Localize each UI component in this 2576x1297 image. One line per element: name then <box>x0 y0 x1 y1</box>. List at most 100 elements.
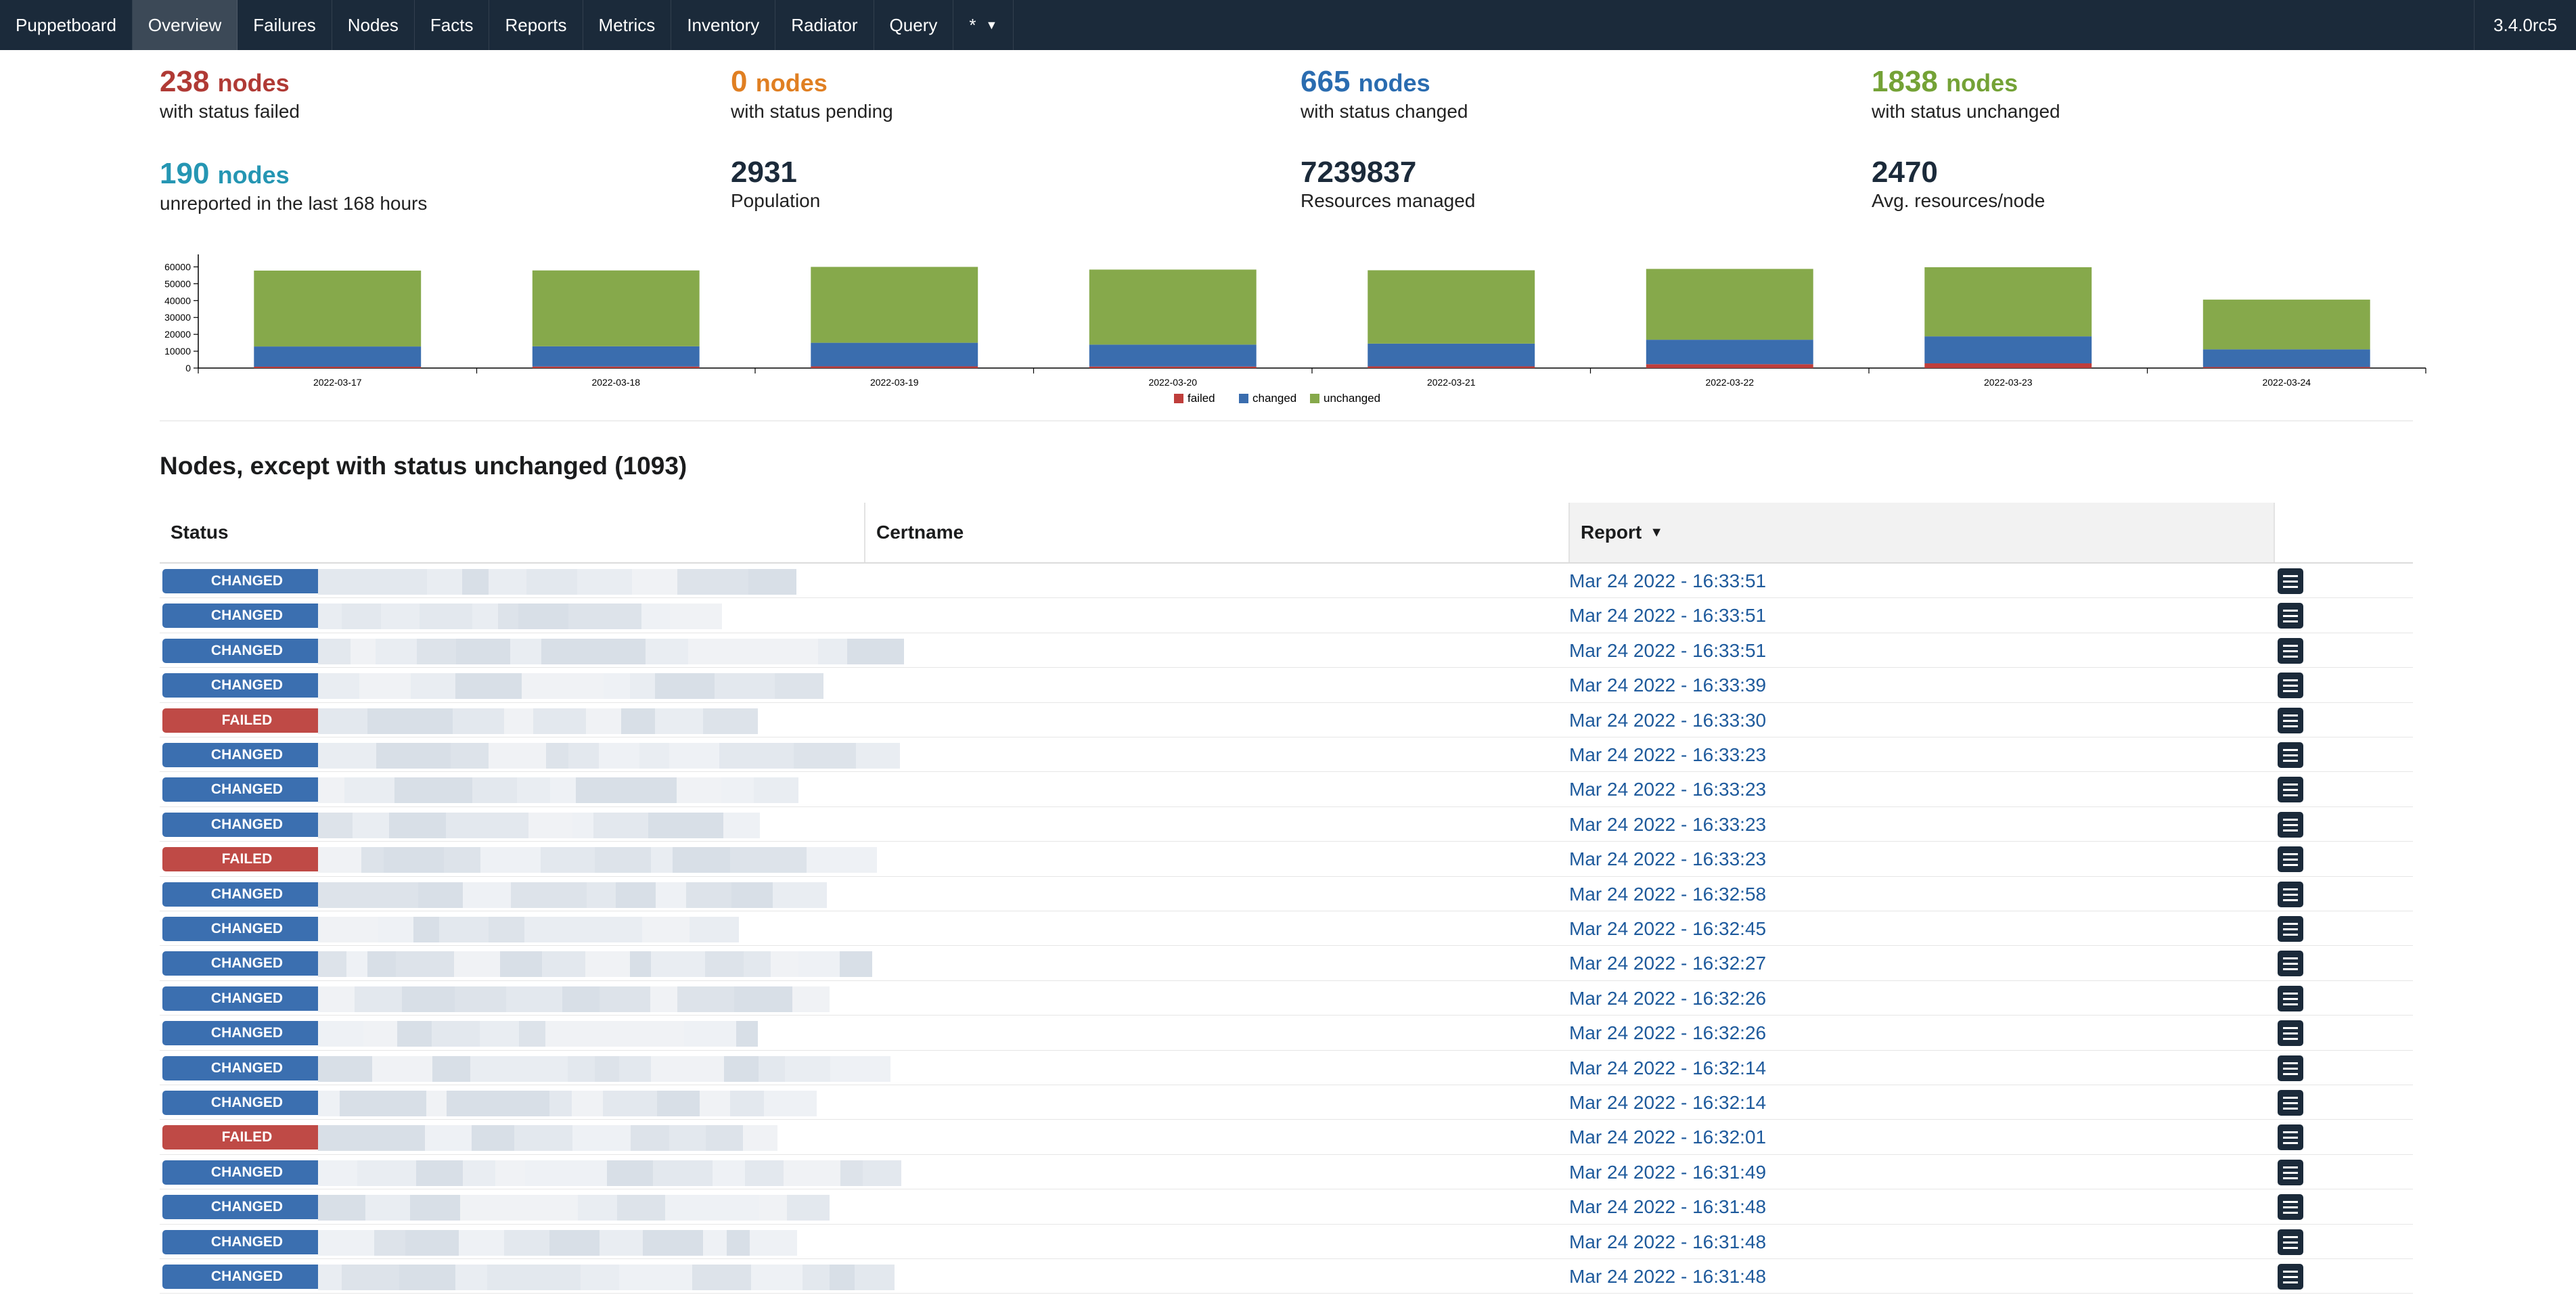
nav-failures[interactable]: Failures <box>238 0 332 50</box>
status-label-changed[interactable]: CHANGED <box>162 812 332 837</box>
report-link[interactable]: Mar 24 2022 - 16:33:23 <box>1569 813 1766 837</box>
report-link[interactable]: Mar 24 2022 - 16:31:48 <box>1569 1195 1766 1219</box>
nav-overview[interactable]: Overview <box>132 0 238 50</box>
report-link[interactable]: Mar 24 2022 - 16:33:23 <box>1569 847 1766 871</box>
report-list-icon[interactable] <box>2278 985 2303 1011</box>
report-link[interactable]: Mar 24 2022 - 16:32:14 <box>1569 1091 1766 1115</box>
nav-reports[interactable]: Reports <box>489 0 583 50</box>
status-label-changed[interactable]: CHANGED <box>162 1195 332 1220</box>
stat-changed-label: with status changed <box>1301 101 1468 122</box>
bar-failed <box>254 367 422 368</box>
nav-radiator[interactable]: Radiator <box>775 0 874 50</box>
bar-failed <box>532 366 700 368</box>
table-header: Status Certname Report ▼ <box>160 503 2413 562</box>
report-list-icon[interactable] <box>2278 637 2303 664</box>
column-header-certname-label: Certname <box>876 522 964 543</box>
status-label-changed[interactable]: CHANGED <box>162 604 332 629</box>
status-label-changed[interactable]: CHANGED <box>162 1229 332 1254</box>
y-tick-label: 50000 <box>164 278 191 289</box>
x-tick-label: 2022-03-24 <box>2262 377 2311 388</box>
status-label-changed[interactable]: CHANGED <box>162 1160 332 1185</box>
report-link[interactable]: Mar 24 2022 - 16:33:51 <box>1569 604 1766 628</box>
status-label-changed[interactable]: CHANGED <box>162 882 332 907</box>
report-list-icon[interactable] <box>2278 1194 2303 1221</box>
report-link[interactable]: Mar 24 2022 - 16:33:51 <box>1569 639 1766 663</box>
report-list-icon[interactable] <box>2278 1055 2303 1081</box>
stat-pending-unit: nodes <box>755 69 828 97</box>
report-list-icon[interactable] <box>2278 707 2303 733</box>
status-label-failed[interactable]: FAILED <box>162 1125 332 1150</box>
nav-inventory[interactable]: Inventory <box>671 0 776 50</box>
status-label-changed[interactable]: CHANGED <box>162 743 332 767</box>
report-link[interactable]: Mar 24 2022 - 16:32:58 <box>1569 882 1766 907</box>
status-label-changed[interactable]: CHANGED <box>162 917 332 941</box>
report-link[interactable]: Mar 24 2022 - 16:33:51 <box>1569 569 1766 593</box>
report-list-icon[interactable] <box>2278 951 2303 977</box>
bar-unchanged <box>811 267 978 343</box>
bar-failed <box>1924 363 2092 368</box>
report-link[interactable]: Mar 24 2022 - 16:33:39 <box>1569 673 1766 698</box>
column-header-status[interactable]: Status <box>160 503 864 562</box>
nav-facts[interactable]: Facts <box>415 0 490 50</box>
report-link[interactable]: Mar 24 2022 - 16:33:30 <box>1569 708 1766 733</box>
bar-unchanged <box>1368 270 1535 344</box>
report-link[interactable]: Mar 24 2022 - 16:32:26 <box>1569 1021 1766 1045</box>
status-label-changed[interactable]: CHANGED <box>162 1055 332 1080</box>
bar-unchanged <box>1924 267 2092 337</box>
legend-swatch-unchanged <box>1310 394 1319 403</box>
column-header-certname[interactable]: Certname <box>864 503 1568 562</box>
legend-label-failed: failed <box>1188 392 1215 405</box>
table-row: CHANGED0some00Mar 24 2022 - 16:33:51 <box>160 564 2413 599</box>
report-link[interactable]: Mar 24 2022 - 16:33:23 <box>1569 777 1766 802</box>
y-tick-label: 0 <box>185 363 191 373</box>
brand-link[interactable]: Puppetboard <box>0 0 133 50</box>
bar-unchanged <box>2202 299 2370 350</box>
report-list-icon[interactable] <box>2278 811 2303 838</box>
status-label-failed[interactable]: FAILED <box>162 708 332 733</box>
report-list-icon[interactable] <box>2278 1090 2303 1116</box>
report-link[interactable]: Mar 24 2022 - 16:32:14 <box>1569 1056 1766 1080</box>
report-link[interactable]: Mar 24 2022 - 16:32:26 <box>1569 986 1766 1011</box>
report-list-icon[interactable] <box>2278 916 2303 942</box>
status-label-changed[interactable]: CHANGED <box>162 638 332 663</box>
report-link[interactable]: Mar 24 2022 - 16:31:48 <box>1569 1265 1766 1289</box>
report-list-icon[interactable] <box>2278 673 2303 699</box>
environment-dropdown[interactable]: * ▼ <box>953 0 1014 50</box>
status-label-changed[interactable]: CHANGED <box>162 951 332 976</box>
report-list-icon[interactable] <box>2278 1229 2303 1255</box>
report-list-icon[interactable] <box>2278 742 2303 768</box>
report-link[interactable]: Mar 24 2022 - 16:33:23 <box>1569 743 1766 767</box>
report-link[interactable]: Mar 24 2022 - 16:32:01 <box>1569 1125 1766 1150</box>
x-tick-label: 2022-03-20 <box>1148 377 1197 388</box>
status-label-changed[interactable]: CHANGED <box>162 1091 332 1115</box>
nav-query[interactable]: Query <box>874 0 954 50</box>
column-header-report[interactable]: Report ▼ <box>1568 503 2274 562</box>
report-link[interactable]: Mar 24 2022 - 16:32:27 <box>1569 951 1766 976</box>
report-list-icon[interactable] <box>2278 881 2303 907</box>
report-list-icon[interactable] <box>2278 1159 2303 1185</box>
status-label-changed[interactable]: CHANGED <box>162 986 332 1011</box>
report-list-icon[interactable] <box>2278 1264 2303 1290</box>
nav-metrics[interactable]: Metrics <box>583 0 672 50</box>
status-label-changed[interactable]: CHANGED <box>162 1021 332 1046</box>
status-label-changed[interactable]: CHANGED <box>162 1265 332 1289</box>
report-list-icon[interactable] <box>2278 1124 2303 1151</box>
report-list-icon[interactable] <box>2278 603 2303 629</box>
bar-failed <box>1646 364 1813 368</box>
table-row: CHANGED0some00Mar 24 2022 - 16:32:45 <box>160 911 2413 947</box>
nav-nodes[interactable]: Nodes <box>332 0 415 50</box>
status-label-changed[interactable]: CHANGED <box>162 569 332 593</box>
status-label-changed[interactable]: CHANGED <box>162 673 332 698</box>
y-tick-label: 20000 <box>164 329 191 340</box>
report-list-icon[interactable] <box>2278 1020 2303 1047</box>
stat-resources-label: Resources managed <box>1301 190 1476 211</box>
report-list-icon[interactable] <box>2278 568 2303 594</box>
report-list-icon[interactable] <box>2278 777 2303 803</box>
report-list-icon[interactable] <box>2278 846 2303 873</box>
environment-selected: * <box>969 14 976 35</box>
report-link[interactable]: Mar 24 2022 - 16:32:45 <box>1569 917 1766 941</box>
status-label-failed[interactable]: FAILED <box>162 847 332 872</box>
report-link[interactable]: Mar 24 2022 - 16:31:48 <box>1569 1230 1766 1254</box>
status-label-changed[interactable]: CHANGED <box>162 777 332 802</box>
report-link[interactable]: Mar 24 2022 - 16:31:49 <box>1569 1160 1766 1185</box>
